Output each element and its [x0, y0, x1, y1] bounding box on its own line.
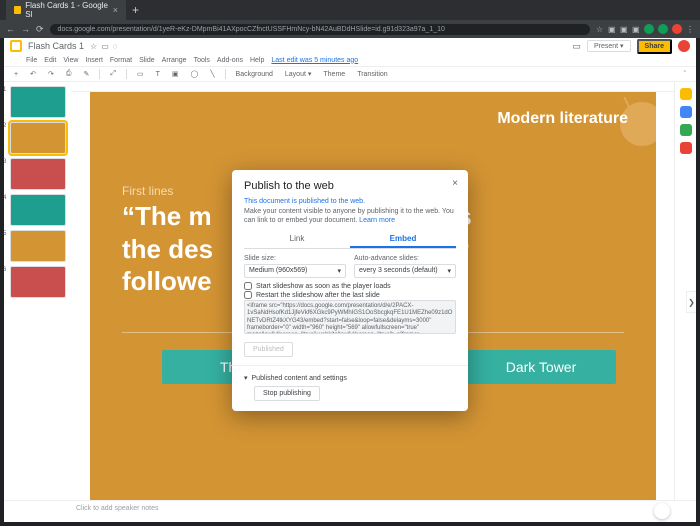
auto-advance-label: Auto-advance slides:	[354, 255, 456, 262]
checkbox[interactable]	[244, 282, 252, 290]
ext-icon[interactable]	[644, 24, 654, 34]
ext-icon[interactable]: ▣	[608, 25, 616, 33]
reload-icon[interactable]: ⟳	[36, 24, 44, 35]
close-icon[interactable]: ×	[113, 5, 118, 15]
tab-title: Flash Cards 1 - Google Sl	[25, 1, 108, 19]
browser-tab[interactable]: Flash Cards 1 - Google Sl ×	[6, 0, 126, 22]
ext-icon[interactable]	[658, 24, 668, 34]
embed-code-field[interactable]	[244, 300, 456, 334]
forward-icon[interactable]: →	[21, 24, 30, 35]
chevron-down-icon: ▾	[447, 267, 451, 275]
browser-actions: ☆ ▣ ▣ ▣ ⋮	[596, 24, 694, 34]
checkbox[interactable]	[244, 291, 252, 299]
star-icon[interactable]: ☆	[596, 25, 604, 33]
published-button: Published	[244, 342, 293, 357]
chevron-down-icon: ▾	[244, 374, 248, 382]
ext-icon[interactable]: ▣	[632, 25, 640, 33]
chevron-down-icon: ▾	[337, 267, 341, 275]
chk-start-slideshow[interactable]: Start slideshow as soon as the player lo…	[244, 282, 456, 290]
url-field[interactable]: docs.google.com/presentation/d/1yeR-eKz-…	[50, 24, 590, 35]
slides-app: Flash Cards 1 ☆ ▭ ◌ ▭ Present ▾ Share Fi…	[4, 38, 696, 522]
close-icon[interactable]: ×	[452, 178, 458, 189]
profile-avatar[interactable]	[672, 24, 682, 34]
chk-restart-slideshow[interactable]: Restart the slideshow after the last sli…	[244, 291, 456, 299]
dialog-tabs: Link Embed	[244, 231, 456, 249]
published-settings-toggle[interactable]: ▾Published content and settings	[244, 374, 456, 382]
published-note: This document is published to the web.	[244, 198, 456, 205]
address-bar: ← → ⟳ docs.google.com/presentation/d/1ye…	[0, 20, 700, 38]
new-tab-button[interactable]: +	[132, 3, 139, 17]
auto-advance-select[interactable]: every 3 seconds (default)▾	[354, 264, 456, 278]
tab-link[interactable]: Link	[244, 231, 350, 248]
back-icon[interactable]: ←	[6, 24, 15, 35]
slide-size-label: Slide size:	[244, 255, 346, 262]
slide-size-select[interactable]: Medium (960x569)▾	[244, 264, 346, 278]
dialog-title: Publish to the web	[244, 180, 456, 192]
publish-dialog: × Publish to the web This document is pu…	[232, 170, 468, 411]
tab-embed[interactable]: Embed	[350, 231, 456, 248]
menu-icon[interactable]: ⋮	[686, 25, 694, 33]
stop-publishing-button[interactable]: Stop publishing	[254, 386, 320, 401]
slides-favicon	[14, 6, 21, 14]
dialog-description: Make your content visible to anyone by p…	[244, 207, 456, 225]
browser-tabstrip: Flash Cards 1 - Google Sl × +	[0, 0, 700, 20]
ext-icon[interactable]: ▣	[620, 25, 628, 33]
learn-more-link[interactable]: Learn more	[359, 217, 395, 224]
